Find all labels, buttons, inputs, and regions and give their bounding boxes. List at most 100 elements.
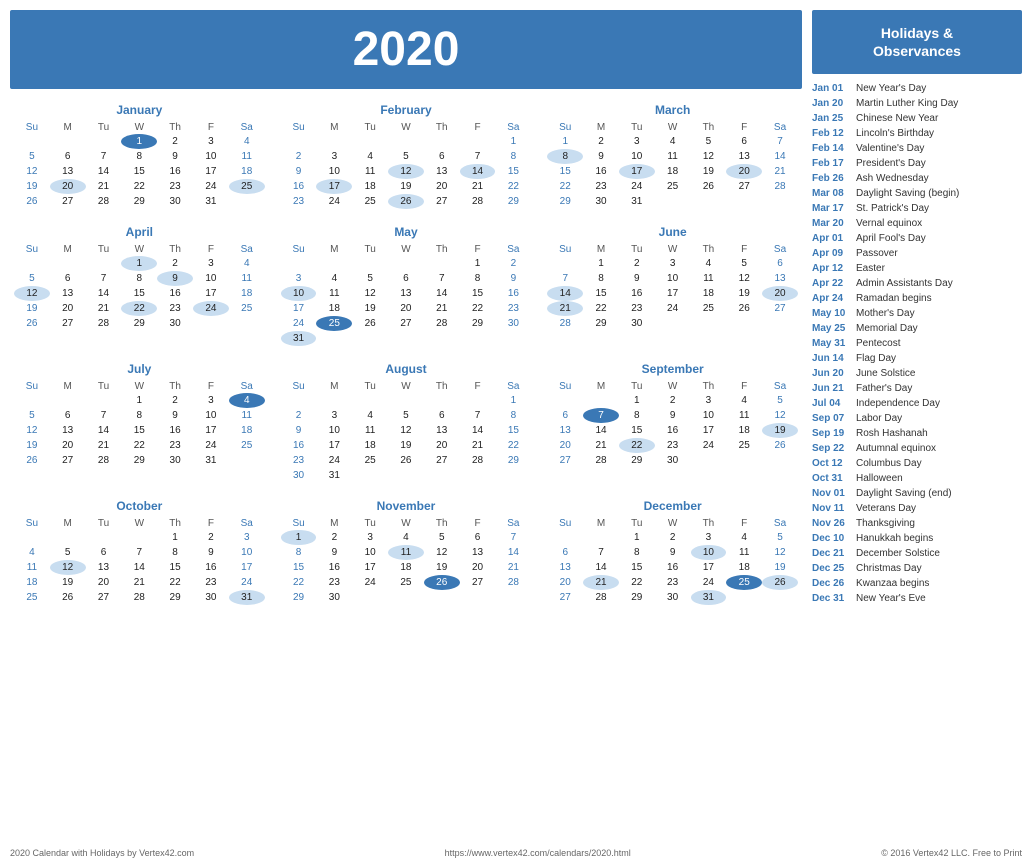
calendar-day: 24 <box>691 575 727 590</box>
holiday-item: Jul 04Independence Day <box>812 397 1022 411</box>
calendar-day: 22 <box>121 438 157 453</box>
calendar-day <box>762 590 798 605</box>
holiday-name: Daylight Saving (end) <box>856 487 952 501</box>
holiday-name: Rosh Hashanah <box>856 427 928 441</box>
calendar-day: 30 <box>316 590 352 605</box>
holiday-item: Sep 19 Rosh Hashanah <box>812 427 1022 441</box>
calendar-day <box>50 134 86 149</box>
calendar-day: 22 <box>495 438 531 453</box>
day-header: W <box>655 243 691 256</box>
calendar-day: 1 <box>121 256 157 271</box>
holiday-name: Halloween <box>856 472 903 486</box>
holiday-item: Apr 09Passover <box>812 247 1022 261</box>
calendar-day: 16 <box>619 286 655 301</box>
day-header: W <box>388 121 424 134</box>
holiday-item: Jun 20June Solstice <box>812 367 1022 381</box>
holiday-date: May 25 <box>812 322 850 336</box>
calendar-day: 30 <box>583 194 619 209</box>
calendar-day <box>352 393 388 408</box>
calendar-day: 29 <box>495 194 531 209</box>
calendar-day: 25 <box>352 194 388 209</box>
day-header: Tu <box>86 243 122 256</box>
holiday-date: Feb 14 <box>812 142 850 156</box>
calendar-day <box>424 331 460 346</box>
day-header: F <box>460 380 496 393</box>
day-header: Su <box>281 517 317 530</box>
calendar-day: 19 <box>14 301 50 316</box>
calendar-day: 29 <box>121 316 157 331</box>
holiday-name: Lincoln's Birthday <box>856 127 934 141</box>
calendar-day: 28 <box>583 590 619 605</box>
calendar-day: 5 <box>388 149 424 164</box>
day-header: M <box>50 517 86 530</box>
calendar-day: 27 <box>424 453 460 468</box>
day-header: Su <box>547 517 583 530</box>
month-title: August <box>281 362 532 376</box>
calendar-day: 27 <box>50 194 86 209</box>
calendar-day: 17 <box>193 423 229 438</box>
page: 2020 JanuarySuMTuWThFSa12345678910111213… <box>0 0 1032 868</box>
holiday-item: Dec 25Christmas Day <box>812 562 1022 576</box>
calendar-day: 8 <box>495 408 531 423</box>
month-block-october: OctoberSuMTuWThFSa1234567891011121314151… <box>10 495 269 609</box>
calendar-day: 25 <box>316 316 352 331</box>
holiday-name: Veterans Day <box>856 502 916 516</box>
day-header: Sa <box>762 380 798 393</box>
calendar-day: 13 <box>547 560 583 575</box>
calendar-day: 8 <box>281 545 317 560</box>
holiday-item: Oct 31Halloween <box>812 472 1022 486</box>
calendar-day <box>281 256 317 271</box>
calendar-day: 15 <box>121 164 157 179</box>
holiday-item: Mar 20Vernal equinox <box>812 217 1022 231</box>
calendar-day: 3 <box>229 530 265 545</box>
calendar-day: 28 <box>121 590 157 605</box>
holiday-name: Ash Wednesday <box>856 172 929 186</box>
calendar-day <box>583 530 619 545</box>
calendar-day: 10 <box>193 271 229 286</box>
month-title: November <box>281 499 532 513</box>
calendar-day <box>424 590 460 605</box>
calendar-day: 7 <box>460 408 496 423</box>
day-header: W <box>388 380 424 393</box>
calendar-day <box>86 393 122 408</box>
calendar-day <box>86 256 122 271</box>
month-title: April <box>14 225 265 239</box>
main-layout: 2020 JanuarySuMTuWThFSa12345678910111213… <box>10 10 1022 840</box>
calendar-day: 11 <box>352 164 388 179</box>
calendar-day: 13 <box>424 164 460 179</box>
calendar-day <box>281 134 317 149</box>
holiday-item: Apr 24Ramadan begins <box>812 292 1022 306</box>
day-header: Th <box>424 121 460 134</box>
holiday-date: Jun 20 <box>812 367 850 381</box>
month-title: July <box>14 362 265 376</box>
holiday-name: President's Day <box>856 157 926 171</box>
holiday-date: Jun 21 <box>812 382 850 396</box>
holiday-date: Feb 17 <box>812 157 850 171</box>
calendar-day: 2 <box>281 149 317 164</box>
calendar-day: 26 <box>762 438 798 453</box>
calendar-day: 31 <box>281 331 317 346</box>
holiday-date: Sep 19 <box>812 427 850 441</box>
calendar-day: 9 <box>655 408 691 423</box>
day-header: Tu <box>86 517 122 530</box>
calendar-day: 5 <box>762 393 798 408</box>
calendar-day: 16 <box>281 179 317 194</box>
day-header: F <box>726 517 762 530</box>
calendar-day: 1 <box>619 393 655 408</box>
calendar-day: 14 <box>583 423 619 438</box>
holiday-name: Christmas Day <box>856 562 922 576</box>
calendar-day: 15 <box>619 423 655 438</box>
holiday-date: Dec 26 <box>812 577 850 591</box>
calendar-day: 17 <box>316 179 352 194</box>
calendar-day: 23 <box>655 575 691 590</box>
calendar-day: 17 <box>229 560 265 575</box>
calendar-day: 11 <box>14 560 50 575</box>
calendar-day: 2 <box>655 530 691 545</box>
calendar-day: 2 <box>619 256 655 271</box>
calendar-day <box>691 316 727 331</box>
calendar-day: 23 <box>157 438 193 453</box>
calendar-day <box>50 393 86 408</box>
calendar-day: 5 <box>726 256 762 271</box>
calendar-day: 5 <box>14 149 50 164</box>
calendar-day: 30 <box>193 590 229 605</box>
